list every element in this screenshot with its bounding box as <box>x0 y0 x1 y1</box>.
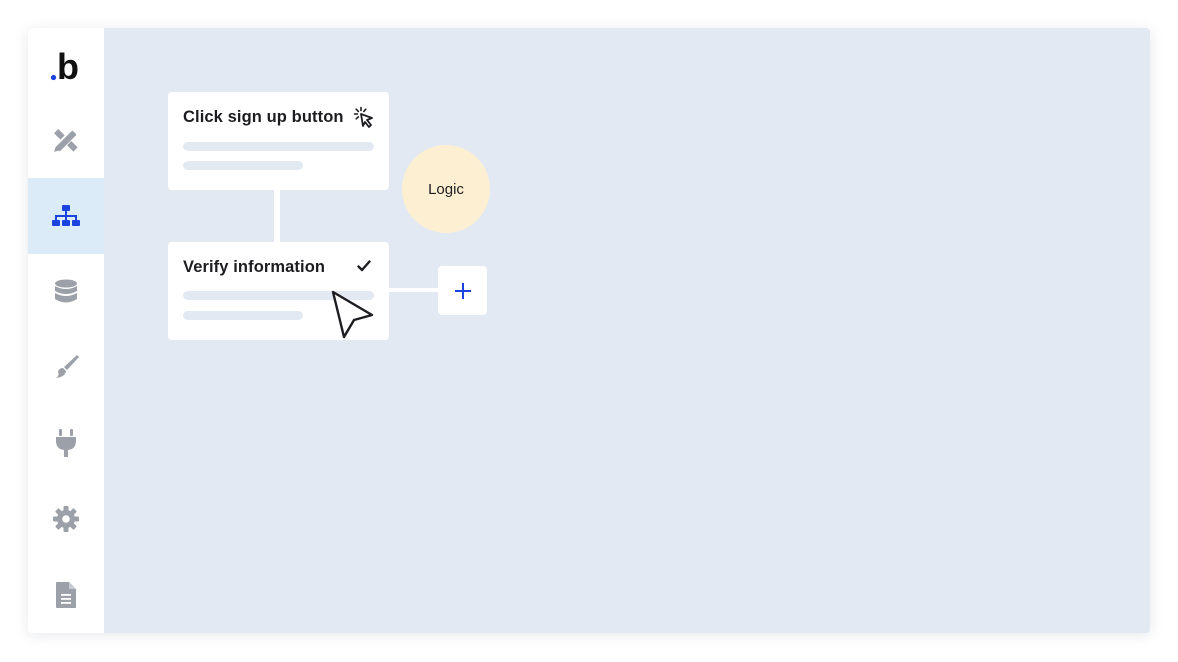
workflow-step-card[interactable]: Click sign up button <box>168 92 389 190</box>
step-title: Verify information <box>183 258 326 276</box>
placeholder-line <box>183 142 374 151</box>
bubble-logo-icon: b <box>50 47 79 83</box>
step-title: Click sign up button <box>183 108 344 126</box>
logic-label: Logic <box>428 180 464 198</box>
workflow-hierarchy-icon <box>52 204 80 226</box>
logo[interactable]: b <box>28 28 104 102</box>
click-cursor-icon <box>353 106 373 128</box>
paintbrush-icon <box>56 355 79 379</box>
checkmark-icon <box>357 260 371 272</box>
gear-icon <box>53 506 79 533</box>
design-tools-icon <box>54 128 78 152</box>
workflow-canvas[interactable]: Click sign up button Verify information <box>104 28 1150 633</box>
mouse-pointer-icon <box>331 290 374 339</box>
database-icon <box>55 279 77 303</box>
sidebar: b <box>28 28 104 633</box>
sidebar-item-design[interactable] <box>28 102 104 178</box>
connector-horizontal <box>387 288 442 292</box>
sidebar-item-plugins[interactable] <box>28 405 104 481</box>
plus-icon <box>454 282 471 299</box>
sidebar-item-data[interactable] <box>28 254 104 330</box>
sidebar-item-workflow[interactable] <box>28 177 104 254</box>
sidebar-item-styles[interactable] <box>28 330 104 406</box>
placeholder-line <box>183 311 303 320</box>
sidebar-item-settings[interactable] <box>28 481 104 557</box>
document-icon <box>56 582 76 609</box>
connector-vertical <box>274 188 280 244</box>
sidebar-item-logs[interactable] <box>28 557 104 633</box>
logic-badge[interactable]: Logic <box>402 145 490 233</box>
logo-letter: b <box>57 47 79 83</box>
placeholder-line <box>183 161 303 170</box>
app-window: b Click sign up button Verify informatio… <box>28 28 1150 633</box>
add-step-button[interactable] <box>438 266 487 315</box>
plug-icon <box>56 429 76 458</box>
